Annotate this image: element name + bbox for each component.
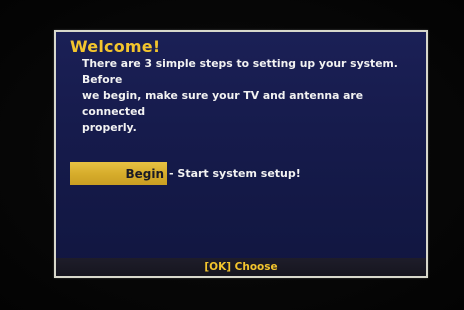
begin-button-label: Begin [125, 166, 164, 181]
intro-text: There are 3 simple steps to setting up y… [82, 57, 398, 134]
dialog-footer: [OK] Choose [56, 258, 426, 276]
setup-welcome-dialog: Welcome! There are 3 simple steps to set… [54, 30, 428, 278]
tv-screen: Welcome! There are 3 simple steps to set… [0, 0, 464, 310]
begin-description: - Start system setup! [169, 167, 301, 180]
dialog-title: Welcome! [70, 37, 161, 56]
begin-button[interactable]: Begin [70, 162, 167, 185]
footer-key-hint: [OK] Choose [204, 261, 278, 273]
begin-option-row: Begin - Start system setup! [70, 162, 301, 185]
